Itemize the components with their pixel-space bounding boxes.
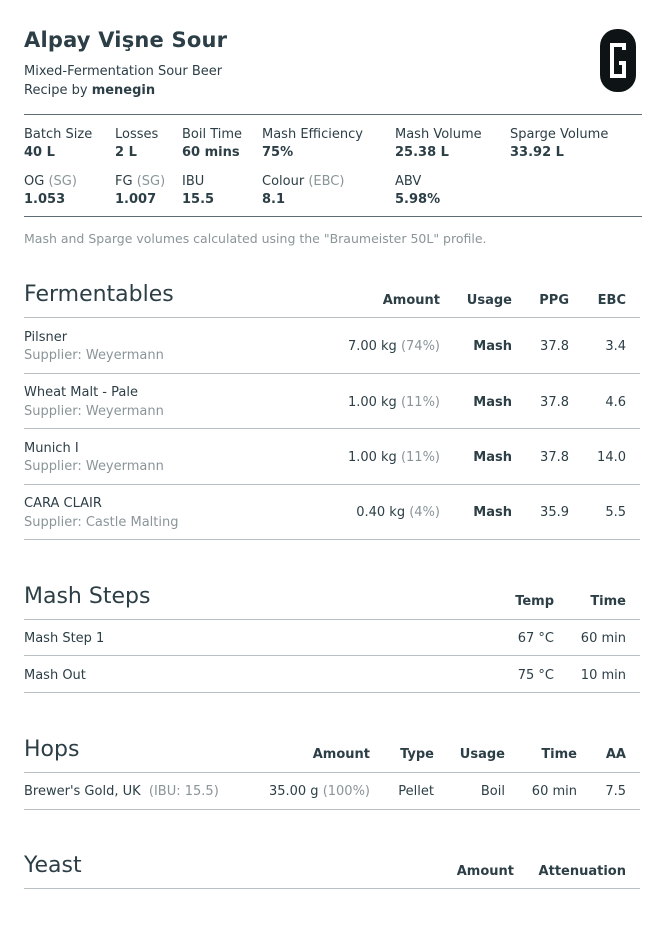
stat-fg: FG (SG) 1.007 bbox=[115, 174, 166, 207]
row-divider bbox=[24, 655, 640, 656]
hop-amount: 35.00 g (100%) bbox=[268, 784, 370, 799]
row-divider bbox=[24, 484, 640, 485]
yeast-header-divider bbox=[24, 888, 640, 889]
mash-step-temp: 75 °C bbox=[517, 668, 554, 683]
hop-time: 60 min bbox=[531, 784, 577, 799]
stat-sparge-volume: Sparge Volume 33.92 L bbox=[510, 127, 609, 160]
hops-header-usage: Usage bbox=[459, 747, 505, 762]
fermentables-title: Fermentables bbox=[24, 282, 174, 307]
hop-aa: 7.5 bbox=[605, 784, 626, 799]
fermentable-name: Munich I bbox=[24, 441, 79, 456]
stat-og: OG (SG) 1.053 bbox=[24, 174, 77, 207]
stat-colour: Colour (EBC) 8.1 bbox=[262, 174, 345, 207]
volume-profile-note: Mash and Sparge volumes calculated using… bbox=[24, 231, 487, 246]
stat-abv: ABV 5.98% bbox=[395, 174, 441, 207]
fermentables-header-usage: Usage bbox=[466, 293, 512, 308]
fermentables-header-ebc: EBC bbox=[597, 293, 626, 308]
fermentable-usage: Mash bbox=[473, 395, 512, 410]
mash-step-name: Mash Out bbox=[24, 668, 86, 683]
byline-prefix: Recipe by bbox=[24, 83, 88, 98]
fermentable-ebc: 3.4 bbox=[605, 339, 626, 354]
stat-mash-volume: Mash Volume 25.38 L bbox=[395, 127, 482, 160]
recipe-byline: Recipe by menegin bbox=[24, 83, 155, 98]
fermentables-header-amount: Amount bbox=[382, 293, 440, 308]
fermentable-name: CARA CLAIR bbox=[24, 496, 102, 511]
fermentable-amount: 0.40 kg (4%) bbox=[356, 505, 440, 520]
row-divider bbox=[24, 539, 640, 540]
fermentable-amount: 7.00 kg (74%) bbox=[347, 339, 440, 354]
mash-header-time: Time bbox=[590, 594, 626, 609]
recipe-style: Mixed-Fermentation Sour Beer bbox=[24, 64, 223, 79]
fermentable-amount: 1.00 kg (11%) bbox=[347, 395, 440, 410]
mash-steps-title: Mash Steps bbox=[24, 584, 151, 609]
hop-name: Brewer's Gold, UK (IBU: 15.5) bbox=[24, 784, 219, 799]
stat-ibu: IBU 15.5 bbox=[182, 174, 215, 207]
fermentable-usage: Mash bbox=[473, 505, 512, 520]
hops-title: Hops bbox=[24, 737, 80, 762]
recipe-title: Alpay Vişne Sour bbox=[24, 28, 228, 52]
fermentables-header-ppg: PPG bbox=[539, 293, 569, 308]
row-divider bbox=[24, 809, 640, 810]
fermentable-ppg: 35.9 bbox=[540, 505, 569, 520]
fermentable-ebc: 4.6 bbox=[605, 395, 626, 410]
fermentable-ppg: 37.8 bbox=[540, 450, 569, 465]
stat-batch-size: Batch Size 40 L bbox=[24, 127, 93, 160]
fermentable-supplier: Supplier: Weyermann bbox=[24, 459, 164, 474]
stat-mash-efficiency: Mash Efficiency 75% bbox=[262, 127, 363, 160]
mash-header-divider bbox=[24, 619, 640, 620]
stat-losses: Losses 2 L bbox=[115, 127, 159, 160]
hops-header-type: Type bbox=[400, 747, 434, 762]
hop-usage: Boil bbox=[480, 784, 505, 799]
brand-g-logo-icon[interactable] bbox=[600, 29, 636, 92]
fermentable-usage: Mash bbox=[473, 339, 512, 354]
row-divider bbox=[24, 373, 640, 374]
fermentable-supplier: Supplier: Weyermann bbox=[24, 348, 164, 363]
fermentable-amount: 1.00 kg (11%) bbox=[347, 450, 440, 465]
fermentable-ebc: 14.0 bbox=[597, 450, 626, 465]
row-divider bbox=[24, 692, 640, 693]
mash-step-time: 10 min bbox=[580, 668, 626, 683]
stats-divider bbox=[24, 216, 642, 217]
fermentables-header-divider bbox=[24, 317, 640, 318]
stat-boil-time: Boil Time 60 mins bbox=[182, 127, 243, 160]
fermentable-usage: Mash bbox=[473, 450, 512, 465]
fermentable-ppg: 37.8 bbox=[540, 339, 569, 354]
mash-step-time: 60 min bbox=[580, 631, 626, 646]
hops-header-aa: AA bbox=[605, 747, 626, 762]
hops-header-amount: Amount bbox=[312, 747, 370, 762]
hop-type: Pellet bbox=[398, 784, 434, 799]
mash-step-name: Mash Step 1 bbox=[24, 631, 105, 646]
recipe-author[interactable]: menegin bbox=[92, 83, 155, 98]
fermentable-supplier: Supplier: Castle Malting bbox=[24, 515, 179, 530]
fermentable-name: Pilsner bbox=[24, 330, 68, 345]
fermentable-name: Wheat Malt - Pale bbox=[24, 385, 138, 400]
yeast-header-amount: Amount bbox=[456, 864, 514, 879]
mash-step-temp: 67 °C bbox=[517, 631, 554, 646]
hops-header-divider bbox=[24, 772, 640, 773]
row-divider bbox=[24, 428, 640, 429]
fermentable-ppg: 37.8 bbox=[540, 395, 569, 410]
fermentable-supplier: Supplier: Weyermann bbox=[24, 404, 164, 419]
mash-header-temp: Temp bbox=[515, 594, 554, 609]
hops-header-time: Time bbox=[541, 747, 577, 762]
fermentable-ebc: 5.5 bbox=[605, 505, 626, 520]
yeast-header-attenuation: Attenuation bbox=[538, 864, 626, 879]
yeast-title: Yeast bbox=[24, 853, 82, 878]
header-divider bbox=[24, 114, 642, 115]
